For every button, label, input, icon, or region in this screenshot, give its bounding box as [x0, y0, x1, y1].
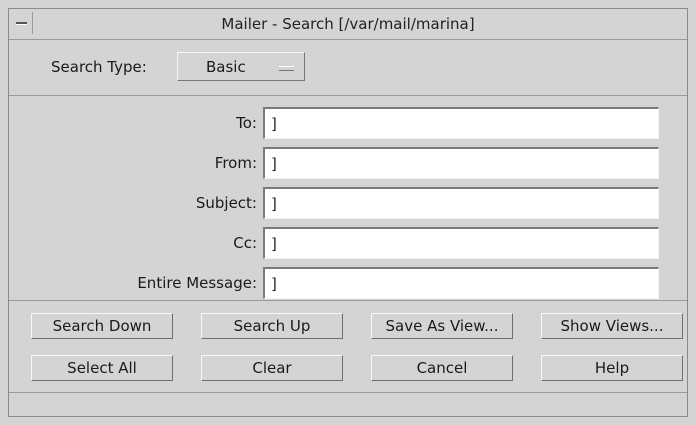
field-row-to: To:: [9, 107, 687, 139]
field-row-subject: Subject:: [9, 187, 687, 219]
show-views-button[interactable]: Show Views...: [541, 313, 683, 339]
search-down-button[interactable]: Search Down: [31, 313, 173, 339]
search-dialog: Mailer - Search [/var/mail/marina] Searc…: [8, 8, 688, 417]
field-row-cc: Cc:: [9, 227, 687, 259]
search-type-dropdown[interactable]: Basic: [177, 52, 305, 81]
search-up-button[interactable]: Search Up: [201, 313, 343, 339]
search-fields: To: From: Subject: Cc: Entire Message:: [9, 95, 687, 300]
cc-label: Cc:: [233, 234, 257, 252]
help-button[interactable]: Help: [541, 355, 683, 381]
window-title: Mailer - Search [/var/mail/marina]: [221, 15, 475, 33]
option-menu-indicator-icon: [279, 66, 294, 71]
save-as-view-button[interactable]: Save As View...: [371, 313, 513, 339]
to-label: To:: [236, 114, 257, 132]
cc-field[interactable]: [263, 227, 659, 259]
title-bar[interactable]: Mailer - Search [/var/mail/marina]: [9, 9, 687, 40]
from-label: From:: [214, 154, 257, 172]
cancel-button[interactable]: Cancel: [371, 355, 513, 381]
window-menu-icon[interactable]: [11, 12, 33, 34]
search-type-value: Basic: [206, 57, 246, 76]
search-type-label: Search Type:: [51, 58, 147, 76]
field-row-from: From:: [9, 147, 687, 179]
entire-message-field[interactable]: [263, 267, 659, 299]
divider: [9, 300, 687, 301]
entire-message-label: Entire Message:: [137, 274, 257, 292]
field-row-entire-message: Entire Message:: [9, 267, 687, 299]
search-type-row: Search Type: Basic: [9, 40, 687, 96]
subject-field[interactable]: [263, 187, 659, 219]
from-field[interactable]: [263, 147, 659, 179]
to-field[interactable]: [263, 107, 659, 139]
subject-label: Subject:: [195, 194, 257, 212]
clear-button[interactable]: Clear: [201, 355, 343, 381]
select-all-button[interactable]: Select All: [31, 355, 173, 381]
status-divider: [9, 392, 687, 393]
